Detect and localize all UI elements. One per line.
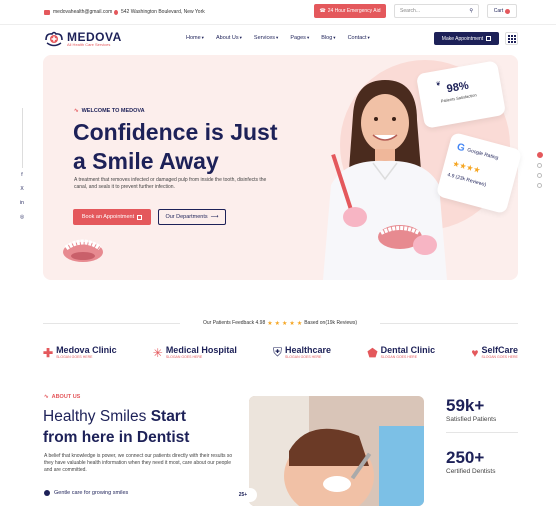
about-list-item: Gentle care for growing smiles [44,490,128,496]
slider-dot[interactable] [537,152,543,158]
slider-dot[interactable] [537,173,542,178]
stat-patients: 59k+ Satisfied Patients [446,396,497,423]
google-icon: G [455,141,466,155]
location-icon [114,9,118,15]
slider-dot[interactable] [537,183,542,188]
about-heading: Healthy Smiles Start from here in Dentis… [43,408,190,446]
brand-dental-clinic[interactable]: ⬟ Dental Clinic SLOGAN GOES HERE [367,345,435,360]
search-input[interactable]: Search... ⚲ [394,4,479,18]
logo-icon[interactable] [44,30,64,48]
facebook-icon[interactable]: f [21,172,22,178]
instagram-icon[interactable]: ◎ [20,214,24,220]
brand-medical-hospital[interactable]: ✳ Medical Hospital SLOGAN GOES HERE [153,345,237,360]
nav-services[interactable]: Services ▾ [254,35,278,41]
about-eyebrow: ∿ ABOUT US [44,394,81,400]
star-icon: ★ [274,320,281,327]
patient-photo [249,396,424,506]
linkedin-icon[interactable]: in [20,200,24,206]
star-icon: ★ [282,320,288,327]
divider [446,432,518,433]
nav-pages[interactable]: Pages ▾ [290,35,309,41]
social-links: f X in ◎ [18,172,26,220]
tooth-icon: ⬟ [367,345,378,360]
rating-stars: ★★★★ [451,158,482,176]
nav-contact[interactable]: Contact ▾ [348,35,370,41]
chevron-down-icon: ▾ [367,35,370,40]
partner-brands: ✚ Medova Clinic SLOGAN GOES HERE ✳ Medica… [43,345,518,360]
search-icon[interactable]: ⚲ [469,8,473,14]
feedback-bar: Our Patients Feedback 4.98 ★ ★ ★ ★ ★ Bas… [180,317,380,329]
book-appointment-button[interactable]: Book an Appointment [73,209,151,225]
shield-cross-icon: ⛨ [273,345,283,359]
make-appointment-button[interactable]: Make Appointment [434,32,499,45]
check-circle-icon [44,490,50,496]
main-nav: Home ▾ About Us ▾ Services ▾ Pages ▾ Blog ▾ C… [186,35,370,41]
stat-dentists: 250+ Certified Dentists [446,448,496,475]
laurel-icon: ❦ [435,81,442,89]
hero-title: Confidence is Just a Smile Away [73,119,278,174]
x-icon[interactable]: X [20,186,23,192]
brand-medova-clinic[interactable]: ✚ Medova Clinic SLOGAN GOES HERE [43,345,117,360]
cart-button[interactable]: Cart [487,4,517,18]
mail-icon [44,9,50,15]
arrow-right-icon: ⟶ [210,214,219,220]
heart-plus-icon: ♥ [471,345,479,360]
logo-tagline: All Health Care Services [67,42,111,47]
star-icon: ★ [296,320,303,327]
nav-about[interactable]: About Us ▾ [216,35,242,41]
divider [0,24,556,25]
menu-grid-icon[interactable] [505,32,518,45]
nav-home[interactable]: Home ▾ [186,35,204,41]
divider [22,108,23,168]
chevron-down-icon: ▾ [306,35,310,40]
star-icon: ★ [289,320,295,327]
hero-eyebrow: ∿ WELCOME TO MEDOVA [74,108,145,114]
brand-selfcare[interactable]: ♥ SelfCare SLOGAN GOES HERE [471,345,518,360]
slider-dot[interactable] [537,163,542,168]
calendar-icon [486,36,492,41]
emergency-button[interactable]: ☎ 24 Hour Emergency Aid [314,4,386,18]
calendar-icon [137,214,143,220]
cross-icon: ✚ [43,345,54,360]
dental-exam-image [249,396,424,506]
about-description: A belief that knowledge is power, we con… [44,453,233,473]
chevron-down-icon: ▾ [276,35,279,40]
experience-badge: 25+ [229,488,257,502]
email-contact[interactable]: medovahealth@gmail.com [44,9,112,15]
our-departments-button[interactable]: Our Departments ⟶ [158,209,226,225]
phone-icon: ☎ [319,8,326,14]
star-icon: ★ [267,320,273,327]
brand-healthcare[interactable]: ⛨ Healthcare SLOGAN GOES HERE [273,345,331,360]
chevron-down-icon: ▾ [201,35,204,40]
pulse-icon: ∿ [74,108,79,114]
chevron-down-icon: ▾ [239,35,242,40]
chevron-down-icon: ▾ [333,35,336,40]
address-contact: 542 Washington Boulevard, New York [114,9,205,15]
slider-dots [537,152,543,188]
pulse-icon: ∿ [44,394,49,400]
nav-blog[interactable]: Blog ▾ [321,35,335,41]
denture-model-image [63,239,103,262]
cart-badge [505,8,511,14]
hero-description: A treatment that removes infected or dam… [74,177,267,190]
medical-star-icon: ✳ [152,345,163,360]
